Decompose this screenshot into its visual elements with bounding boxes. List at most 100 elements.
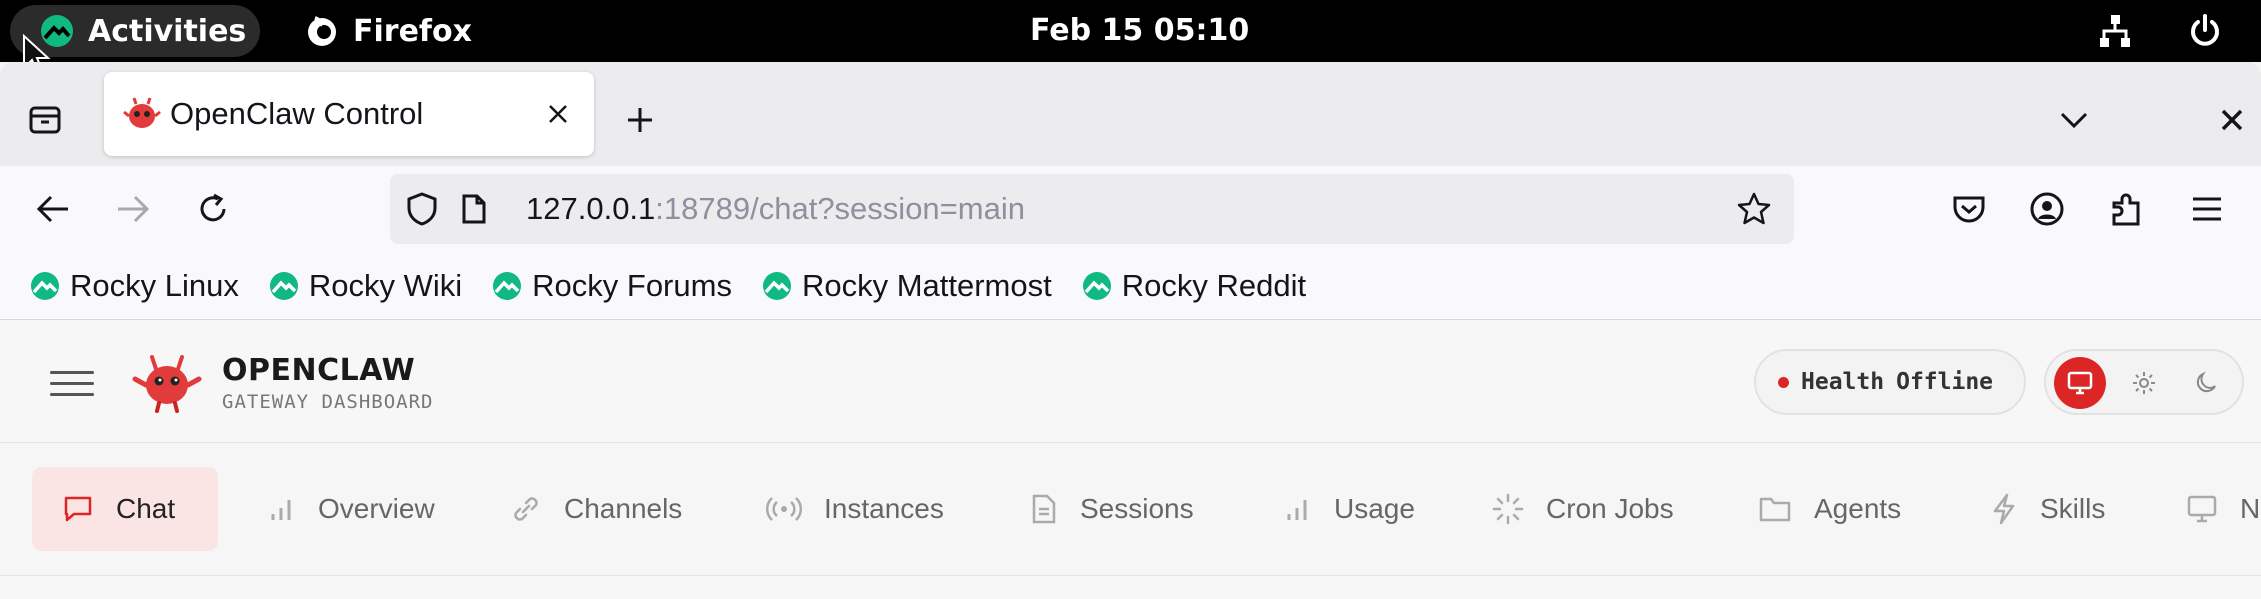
nav-tab-label: Agents (1814, 493, 1902, 524)
rocky-logo-icon (1082, 271, 1111, 300)
rocky-logo-icon (269, 271, 298, 300)
address-bar[interactable]: 127.0.0.1:18789/chat?session=main (390, 174, 1794, 244)
brand-subtitle: GATEWAY DASHBOARD (222, 391, 434, 413)
arrow-right-icon (118, 195, 150, 223)
navigation-toolbar: 127.0.0.1:18789/chat?session=main (0, 166, 2261, 252)
back-button[interactable] (24, 180, 82, 238)
health-status-text: Offline (1896, 369, 1994, 395)
nav-tab-label: Skills (2040, 493, 2106, 524)
brand-title: OPENCLAW (222, 353, 416, 388)
forward-button[interactable] (104, 180, 162, 238)
nav-tab-label: Chat (116, 493, 176, 524)
close-icon (549, 105, 567, 123)
nav-tab-label: N (2240, 493, 2261, 524)
bookmark-item[interactable]: Rocky Forums (492, 261, 732, 311)
nav-tab-label: Sessions (1080, 493, 1194, 524)
nav-tab-skills[interactable]: Skills (1960, 467, 2130, 551)
clock[interactable]: Feb 15 05:10 (1030, 0, 1249, 62)
nav-tab-overview[interactable]: Overview (236, 467, 466, 551)
hamburger-menu-icon (2193, 197, 2221, 221)
chevron-down-icon (2060, 112, 2088, 129)
tab-title: OpenClaw Control (170, 96, 424, 131)
bookmark-item[interactable]: Rocky Reddit (1082, 261, 1306, 311)
nav-tab-cron-jobs[interactable]: Cron Jobs (1462, 467, 1714, 551)
bookmark-label: Rocky Linux (70, 267, 239, 303)
app-menu-button[interactable] (2178, 180, 2236, 238)
activities-label: Activities (88, 13, 247, 49)
browser-tab-active[interactable]: OpenClaw Control (104, 72, 594, 156)
openclaw-app: OPENCLAW GATEWAY DASHBOARD Health Offlin… (0, 321, 2261, 599)
moon-icon (2196, 371, 2216, 393)
nav-tab-label: Overview (318, 493, 435, 524)
tab-close-button[interactable] (540, 96, 576, 132)
theme-dark-button[interactable] (2180, 357, 2232, 409)
bookmark-label: Rocky Forums (532, 267, 732, 303)
divider (0, 575, 2261, 576)
list-all-tabs-button[interactable] (2046, 92, 2102, 148)
app-menu-firefox[interactable]: Firefox (305, 5, 472, 57)
health-status-badge[interactable]: Health Offline (1754, 349, 2026, 415)
reload-icon (200, 193, 226, 222)
nav-tab-chat[interactable]: Chat (32, 467, 218, 551)
folder-icon (1759, 497, 1791, 522)
system-top-bar: Activities Firefox Feb 15 05:10 (0, 0, 2261, 76)
page-info-icon[interactable] (456, 191, 492, 227)
link-icon (514, 497, 538, 521)
bookmark-star-icon[interactable] (1736, 191, 1772, 227)
close-icon (2221, 109, 2243, 131)
nav-tab-label: Usage (1334, 493, 1415, 524)
url-text[interactable]: 127.0.0.1:18789/chat?session=main (526, 174, 1025, 244)
bookmark-item[interactable]: Rocky Wiki (269, 261, 462, 311)
monitor-icon (2067, 371, 2093, 395)
tracking-protection-shield-icon[interactable] (404, 191, 440, 227)
power-icon[interactable] (2186, 12, 2224, 50)
window-close-button[interactable] (2204, 92, 2260, 148)
bookmarks-toolbar: Rocky Linux Rocky Wiki Rocky Forums Rock… (0, 252, 2261, 320)
lightning-icon (1993, 493, 2015, 525)
nav-tab-instances[interactable]: Instances (736, 467, 982, 551)
openclaw-favicon-icon (123, 97, 161, 128)
firefox-icon (308, 16, 336, 46)
menu-line (50, 370, 94, 374)
loader-icon (1492, 493, 1524, 525)
document-icon (1032, 494, 1056, 524)
nav-tab-channels[interactable]: Channels (480, 467, 716, 551)
theme-system-button[interactable] (2054, 357, 2106, 409)
pocket-button[interactable] (1940, 180, 1998, 238)
theme-light-button[interactable] (2118, 357, 2170, 409)
sidebar-toggle-button[interactable] (50, 361, 94, 405)
reload-button[interactable] (184, 180, 242, 238)
firefox-view-button[interactable] (14, 92, 76, 148)
monitor-icon (2187, 495, 2217, 523)
archive-box-icon (29, 106, 61, 134)
app-navigation: Chat Overview Channels Instances Session… (0, 467, 2261, 555)
nav-tab-n[interactable]: N (2158, 467, 2261, 551)
pocket-icon (1953, 196, 1985, 223)
nav-tab-label: Cron Jobs (1546, 493, 1674, 524)
chat-bubble-icon (64, 496, 92, 522)
nav-tab-usage[interactable]: Usage (1252, 467, 1452, 551)
bookmark-item[interactable]: Rocky Linux (30, 261, 239, 311)
bar-chart-icon (1287, 500, 1307, 520)
new-tab-button[interactable] (612, 92, 668, 148)
rocky-logo-icon (31, 271, 59, 300)
bookmark-item[interactable]: Rocky Mattermost (762, 261, 1052, 311)
extensions-button[interactable] (2098, 180, 2156, 238)
account-button[interactable] (2018, 180, 2076, 238)
sun-icon (2133, 372, 2155, 394)
network-icon[interactable] (2096, 12, 2134, 50)
app-header: OPENCLAW GATEWAY DASHBOARD Health Offlin… (0, 321, 2261, 443)
status-dot (1778, 376, 1789, 388)
nav-tab-label: Instances (824, 493, 944, 524)
menu-line (50, 392, 94, 396)
nav-tab-agents[interactable]: Agents (1728, 467, 1926, 551)
plus-icon (628, 108, 652, 132)
nav-tab-sessions[interactable]: Sessions (1000, 467, 1236, 551)
rocky-logo-icon (493, 271, 522, 300)
health-label: Health (1801, 369, 1885, 395)
bar-chart-icon (271, 500, 291, 520)
openclaw-logo-icon (132, 355, 202, 413)
arrow-left-icon (36, 195, 68, 223)
bookmark-label: Rocky Mattermost (801, 267, 1052, 303)
theme-switcher (2044, 349, 2244, 415)
